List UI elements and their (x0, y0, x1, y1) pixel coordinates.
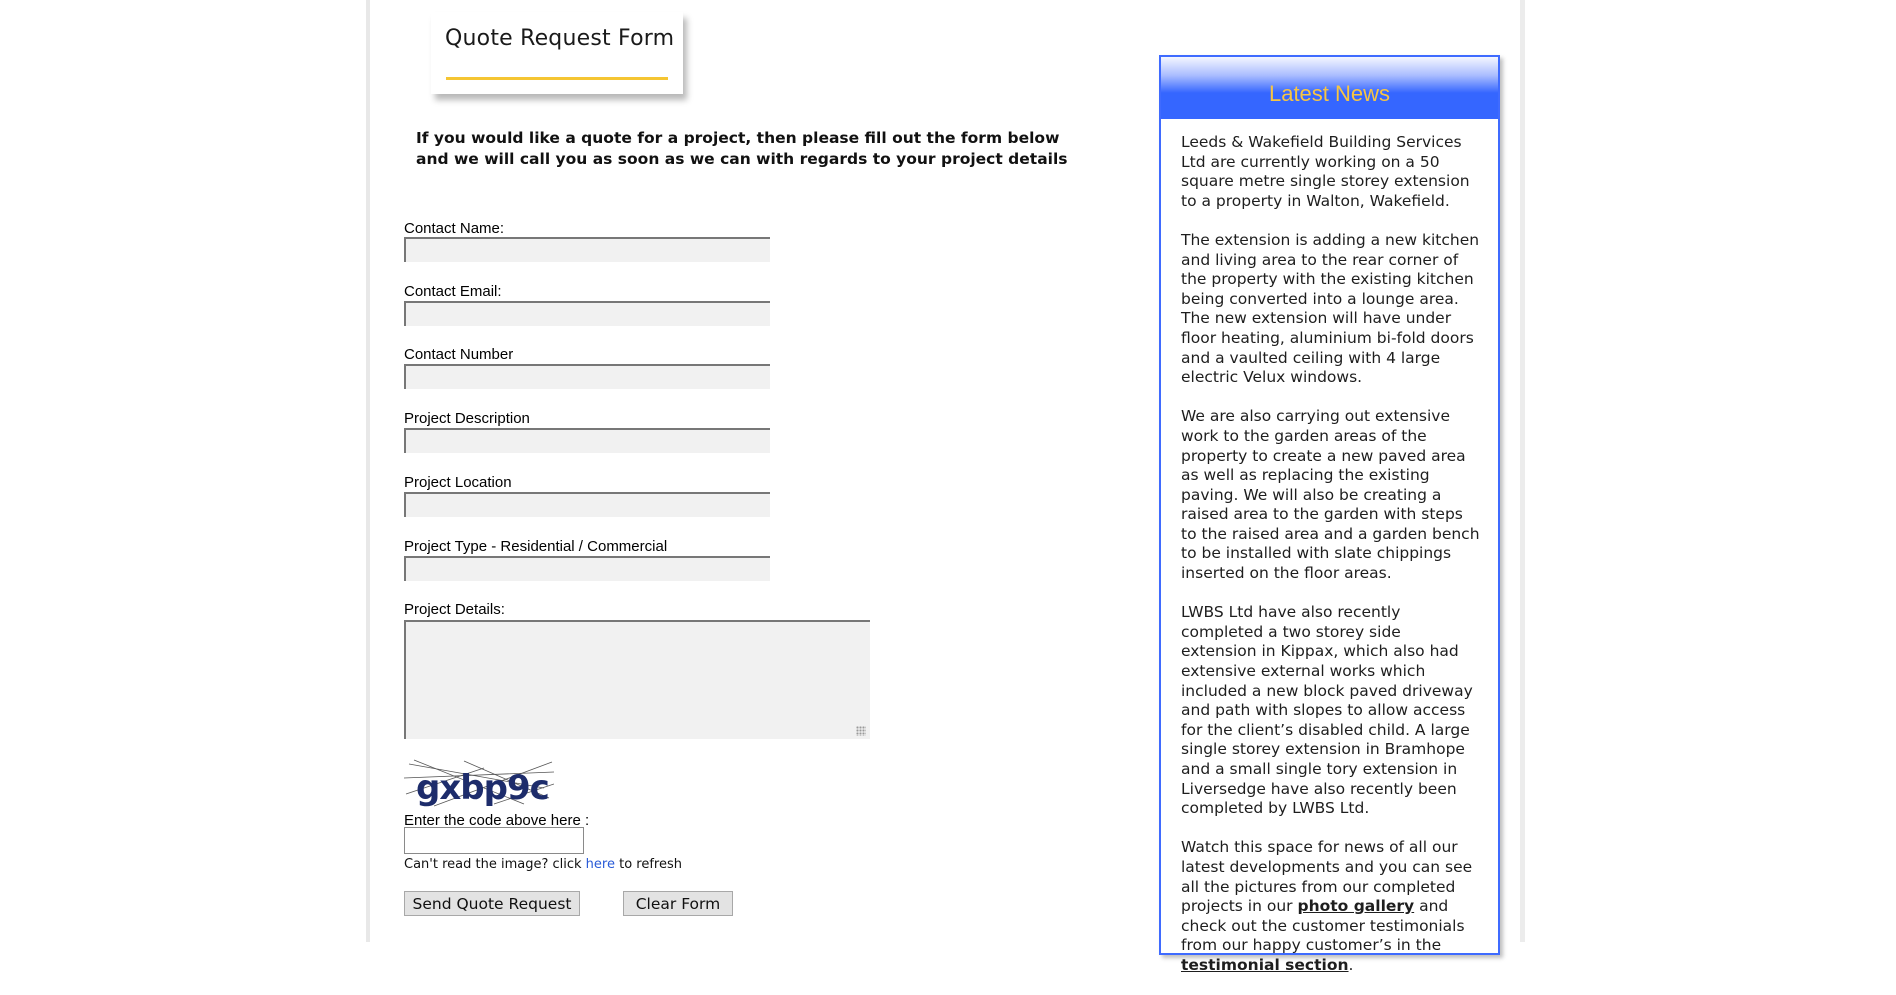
title-underline (446, 77, 668, 80)
testimonial-section-link[interactable]: testimonial section (1181, 956, 1349, 974)
page-title-card: Quote Request Form (431, 12, 683, 94)
news-paragraph: We are also carrying out extensive work … (1181, 407, 1480, 583)
latest-news-body: Leeds & Wakefield Building Services Ltd … (1181, 133, 1481, 995)
contact-email-input[interactable] (404, 301, 770, 326)
latest-news-header: Latest News (1161, 57, 1498, 119)
news-paragraph: LWBS Ltd have also recently completed a … (1181, 603, 1473, 818)
clear-form-button[interactable]: Clear Form (623, 891, 733, 916)
project-description-input[interactable] (404, 428, 770, 453)
contact-number-input[interactable] (404, 364, 770, 389)
project-details-label: Project Details: (404, 601, 505, 618)
news-text: . (1348, 955, 1354, 974)
project-type-input[interactable] (404, 556, 770, 581)
news-paragraph: Leeds & Wakefield Building Services Ltd … (1181, 133, 1470, 210)
captcha-refresh-text: Can't read the image? click here to refr… (404, 857, 682, 872)
captcha-input[interactable] (404, 827, 584, 854)
send-quote-request-button[interactable]: Send Quote Request (404, 891, 580, 916)
latest-news-title: Latest News (1268, 81, 1391, 106)
textarea-resize-handle[interactable] (856, 726, 866, 736)
news-paragraph: The extension is adding a new kitchen an… (1181, 230, 1480, 387)
intro-text: If you would like a quote for a project,… (416, 129, 1068, 168)
captcha-image: gxbp9c (404, 759, 554, 808)
page-border-right (1520, 0, 1525, 942)
contact-email-label: Contact Email: (404, 283, 502, 300)
refresh-prefix: Can't read the image? click (404, 857, 586, 872)
page-border-left (366, 0, 370, 942)
contact-name-input[interactable] (404, 237, 770, 262)
project-description-label: Project Description (404, 410, 530, 427)
contact-name-label: Contact Name: (404, 220, 505, 237)
latest-news-panel: Latest News Leeds & Wakefield Building S… (1159, 55, 1500, 974)
project-type-label: Project Type - Residential / Commercial (404, 538, 668, 555)
project-location-label: Project Location (404, 474, 512, 491)
photo-gallery-link[interactable]: photo gallery (1297, 897, 1414, 915)
page-title: Quote Request Form (445, 26, 675, 51)
captcha-code: gxbp9c (416, 768, 549, 808)
contact-number-label: Contact Number (404, 346, 514, 363)
news-paragraph-links: Watch this space for news of all our lat… (1181, 838, 1481, 975)
project-details-textarea[interactable] (404, 620, 870, 739)
refresh-suffix: to refresh (614, 857, 682, 872)
captcha-refresh-link[interactable]: here (586, 857, 615, 872)
project-location-input[interactable] (404, 492, 770, 517)
